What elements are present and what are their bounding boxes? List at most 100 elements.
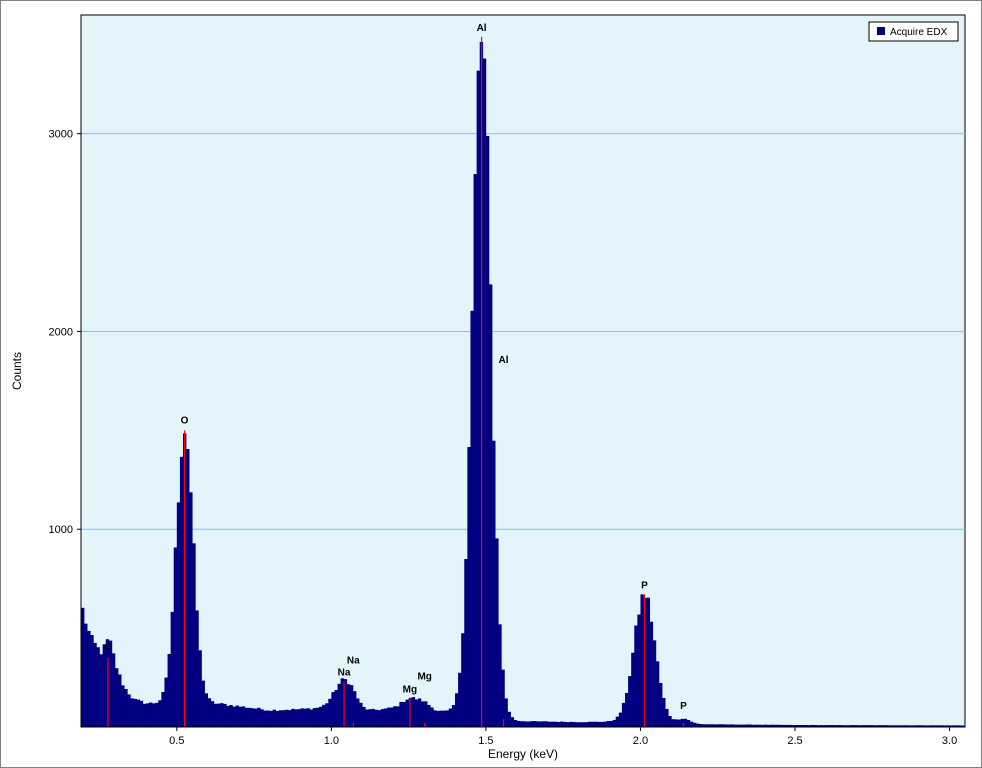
spectrum-bar	[414, 699, 419, 727]
x-axis-title: Energy (keV)	[488, 747, 558, 761]
spectrum-bar	[560, 721, 564, 727]
spectrum-bar	[269, 710, 273, 727]
spectrum-bar	[371, 708, 375, 727]
spectrum-bar	[458, 672, 462, 727]
spectrum-bar	[612, 719, 617, 727]
spectrum-bar	[448, 708, 453, 727]
spectrum-bar	[201, 680, 205, 727]
spectrum-bar	[584, 722, 589, 727]
spectrum-bar	[312, 708, 317, 727]
spectrum-bar	[337, 683, 341, 727]
spectrum-bar	[652, 640, 657, 727]
spectrum-bar	[402, 702, 406, 727]
y-tick-label: 2000	[49, 326, 73, 338]
spectrum-bar	[485, 135, 490, 727]
peak-label: Mg	[417, 672, 431, 683]
spectrum-bar	[164, 677, 168, 727]
spectrum-bar	[294, 709, 298, 727]
spectrum-bar	[532, 721, 536, 727]
spectrum-bar	[396, 706, 400, 727]
spectrum-bar	[210, 701, 215, 727]
spectrum-bar	[501, 669, 505, 727]
spectrum-bar	[99, 654, 103, 727]
spectrum-bar	[173, 547, 178, 727]
spectrum-bar	[167, 653, 171, 727]
spectrum-bar	[118, 674, 122, 727]
spectrum-bar	[217, 703, 221, 727]
spectrum-bar	[198, 650, 202, 727]
spectrum-bar	[90, 635, 94, 727]
spectrum-bar	[213, 703, 218, 727]
spectrum-bar	[464, 558, 468, 727]
spectrum-bar	[547, 721, 552, 727]
spectrum-bar	[606, 721, 610, 727]
spectrum-bar	[229, 705, 233, 727]
peak-label: P	[641, 581, 648, 592]
peak-label: C	[104, 642, 111, 653]
x-axis-ticks: 0.5 1.0 1.5 2.0 2.5 3.0	[169, 727, 957, 747]
spectrum-bar	[405, 699, 409, 727]
spectrum-bar	[390, 707, 394, 727]
spectrum-bar	[189, 492, 193, 727]
spectrum-bar	[433, 710, 437, 727]
spectrum-bar	[677, 719, 681, 727]
spectrum-bar	[195, 610, 199, 727]
spectrum-bar	[671, 719, 675, 727]
spectrum-bar	[377, 710, 382, 727]
spectrum-bar	[572, 722, 576, 727]
spectrum-bar	[430, 707, 434, 727]
spectrum-bar	[461, 633, 465, 727]
spectrum-bar	[578, 722, 583, 727]
spectrum-bar	[374, 709, 379, 727]
spectrum-bar	[325, 703, 329, 727]
spectrum-bar	[516, 720, 521, 727]
spectrum-bar	[84, 623, 88, 727]
spectrum-bar	[288, 710, 292, 727]
y-axis-title: Counts	[10, 352, 24, 390]
spectrum-bar	[275, 710, 280, 727]
spectrum-bar	[563, 721, 567, 727]
spectrum-bar	[628, 676, 632, 727]
spectrum-bar	[87, 630, 91, 727]
x-tick-label: 1.0	[324, 735, 339, 747]
spectrum-bar	[176, 502, 181, 727]
spectrum-bar	[473, 174, 477, 728]
spectrum-bar	[124, 689, 128, 727]
spectrum-bar	[665, 708, 669, 727]
spectrum-bar	[668, 716, 672, 727]
spectrum-bar	[161, 691, 165, 727]
spectrum-bar	[662, 697, 666, 727]
spectrum-bar	[260, 709, 264, 727]
spectrum-bar	[467, 447, 471, 727]
spectrum-bar	[553, 721, 558, 727]
spectrum-bar	[439, 710, 443, 727]
spectrum-bar	[581, 722, 586, 727]
spectrum-bar	[535, 721, 539, 727]
spectrum-bar	[655, 661, 660, 727]
spectrum-bar	[634, 625, 638, 727]
spectrum-bar	[417, 698, 422, 727]
spectrum-bar	[155, 702, 159, 727]
spectrum-bar	[427, 704, 431, 727]
spectrum-bar	[696, 723, 700, 727]
spectrum-bar	[476, 70, 481, 727]
spectrum-bar	[322, 704, 326, 727]
spectrum-bar	[96, 647, 100, 727]
spectrum-bar	[498, 624, 502, 727]
spectrum-bar	[232, 706, 236, 727]
spectrum-bar	[306, 708, 311, 727]
spectrum-bar	[421, 701, 425, 727]
spectrum-bar	[492, 440, 496, 727]
spectrum-bar	[387, 707, 391, 727]
spectrum-bar	[272, 709, 277, 727]
spectrum-bar	[557, 721, 561, 727]
spectrum-bar	[238, 706, 243, 727]
spectrum-bar	[631, 652, 635, 727]
spectrum-bar	[523, 721, 527, 727]
spectrum-bar	[220, 703, 224, 727]
spectrum-bar	[139, 700, 144, 727]
chart-window: C O Na Na Mg Mg Al Al P P 0.5 1.0 1.5 2.0 2.5 3.0 1000…	[0, 0, 982, 768]
spectrum-bar	[544, 721, 549, 727]
spectrum-bar	[158, 700, 162, 727]
spectrum-bar	[170, 611, 175, 727]
